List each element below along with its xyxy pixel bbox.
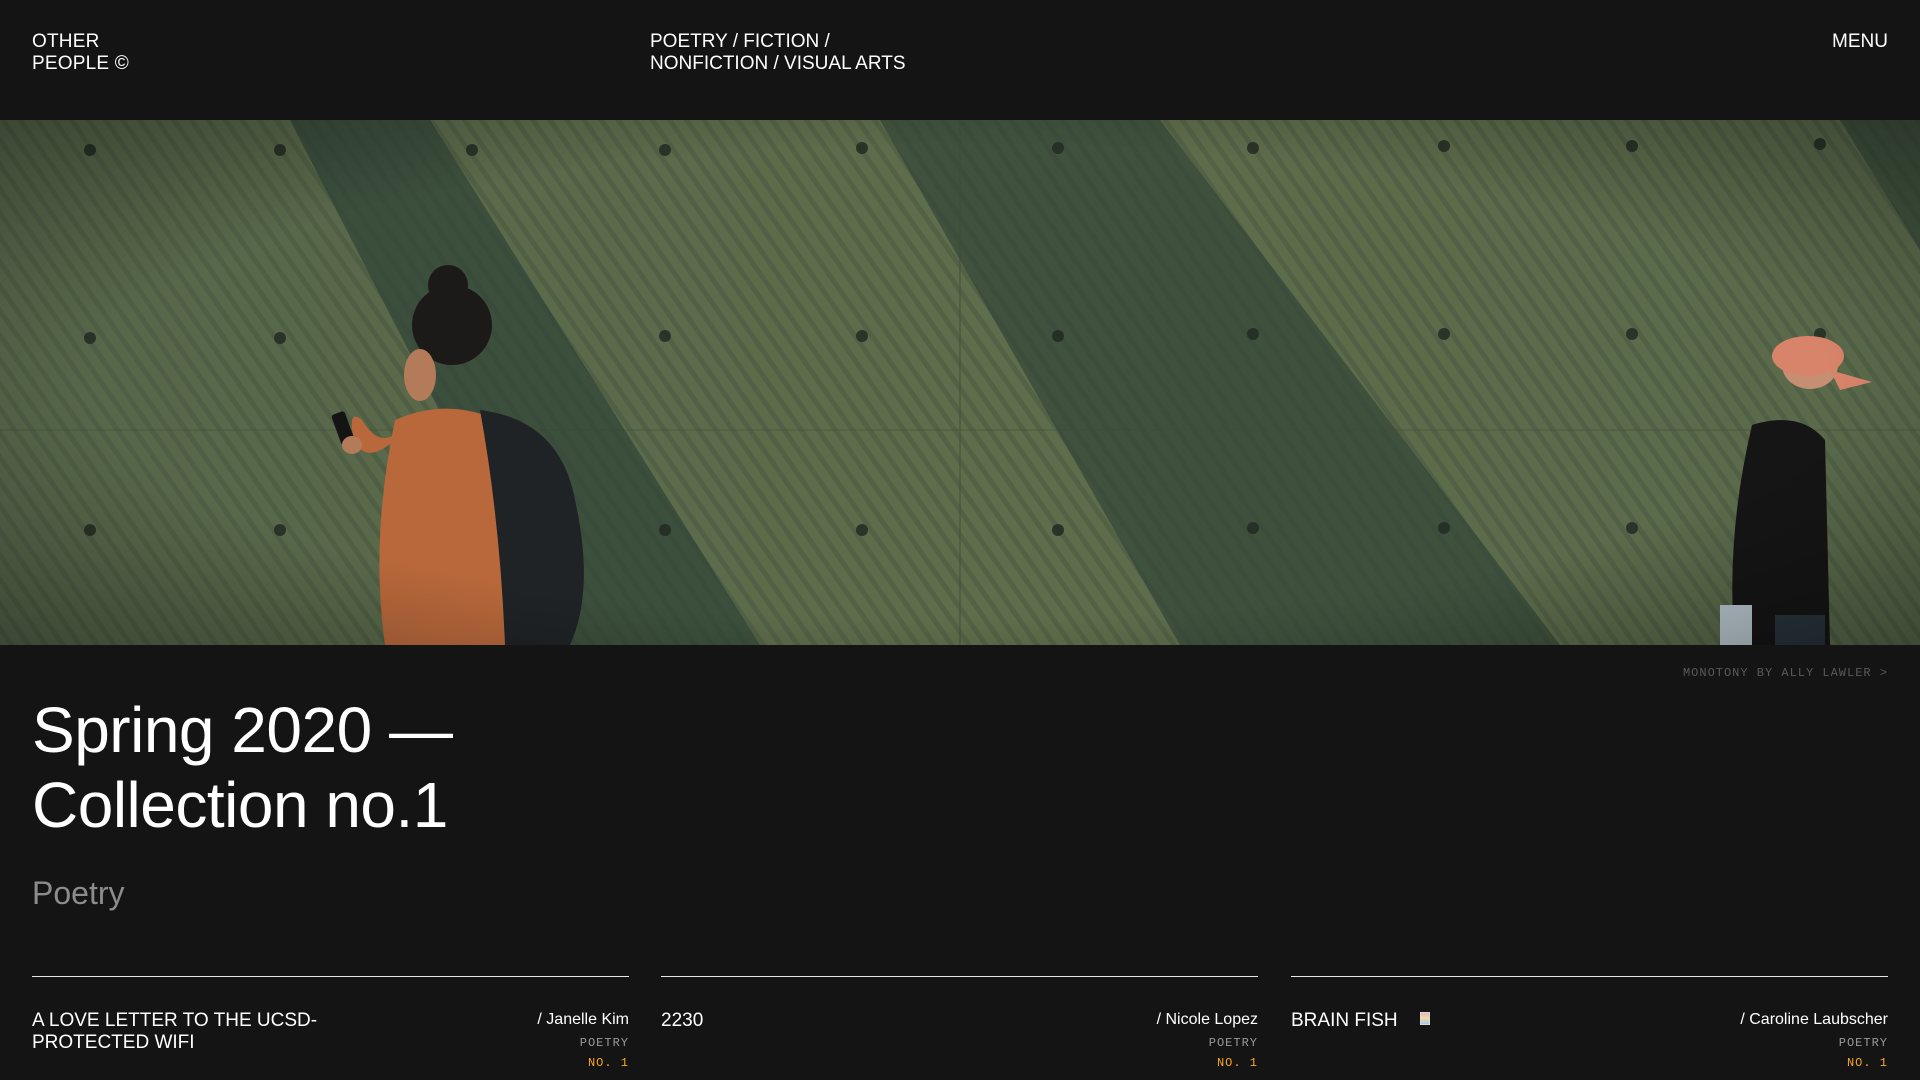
poem-card-list: A LOVE LETTER TO THE UCSD- PROTECTED WIF…: [32, 976, 1888, 1080]
brand-line-2: PEOPLE ©: [32, 53, 129, 74]
image-credit-link[interactable]: MONOTONY BY ALLY LAWLER >: [1683, 666, 1888, 680]
site-header: OTHER PEOPLE © POETRY / FICTION / NONFIC…: [0, 0, 1920, 120]
thumbnail-icon: [1419, 1012, 1430, 1025]
card-title[interactable]: A LOVE LETTER TO THE UCSD- PROTECTED WIF…: [32, 1010, 362, 1054]
card-author[interactable]: / Nicole Lopez: [1157, 1010, 1258, 1030]
card-title[interactable]: BRAIN FISH: [1291, 1010, 1621, 1032]
card-issue: NO. 1: [587, 1056, 629, 1070]
card-title-line-2: PROTECTED WIFI: [32, 1032, 195, 1053]
site-logo[interactable]: OTHER PEOPLE ©: [32, 31, 129, 75]
hero-image: [0, 120, 1920, 645]
card-author[interactable]: / Caroline Laubscher: [1740, 1010, 1888, 1030]
collection-title-line-1: Spring 2020 —: [32, 694, 453, 766]
card-title-line-1: BRAIN FISH: [1291, 1010, 1398, 1031]
card-issue: NO. 1: [1846, 1056, 1888, 1070]
card-author[interactable]: / Janelle Kim: [537, 1010, 629, 1030]
nav-line-1[interactable]: POETRY / FICTION /: [650, 31, 906, 53]
menu-button[interactable]: MENU: [1832, 31, 1888, 53]
collection-title-line-2: Collection no.1: [32, 769, 448, 841]
card-category: POETRY: [1208, 1036, 1258, 1050]
hero-photo-illustration: [0, 120, 1920, 645]
poem-card-janelle-kim[interactable]: A LOVE LETTER TO THE UCSD- PROTECTED WIF…: [32, 976, 629, 1080]
nav-line-2[interactable]: NONFICTION / VISUAL ARTS: [650, 53, 906, 75]
collection-title: Spring 2020 — Collection no.1: [32, 693, 453, 843]
card-title[interactable]: 2230: [661, 1010, 991, 1032]
poem-card-caroline-laubscher[interactable]: BRAIN FISH / Caroline Laubscher POETRY N…: [1291, 976, 1888, 1080]
card-title-line-1: 2230: [661, 1010, 704, 1031]
card-category: POETRY: [1838, 1036, 1888, 1050]
section-label: Poetry: [32, 875, 125, 911]
card-category: POETRY: [579, 1036, 629, 1050]
brand-line-1: OTHER: [32, 31, 100, 52]
card-issue: NO. 1: [1216, 1056, 1258, 1070]
poem-card-nicole-lopez[interactable]: 2230 / Nicole Lopez POETRY NO. 1: [661, 976, 1258, 1080]
card-title-line-1: A LOVE LETTER TO THE UCSD-: [32, 1010, 318, 1031]
category-nav[interactable]: POETRY / FICTION / NONFICTION / VISUAL A…: [650, 31, 906, 75]
